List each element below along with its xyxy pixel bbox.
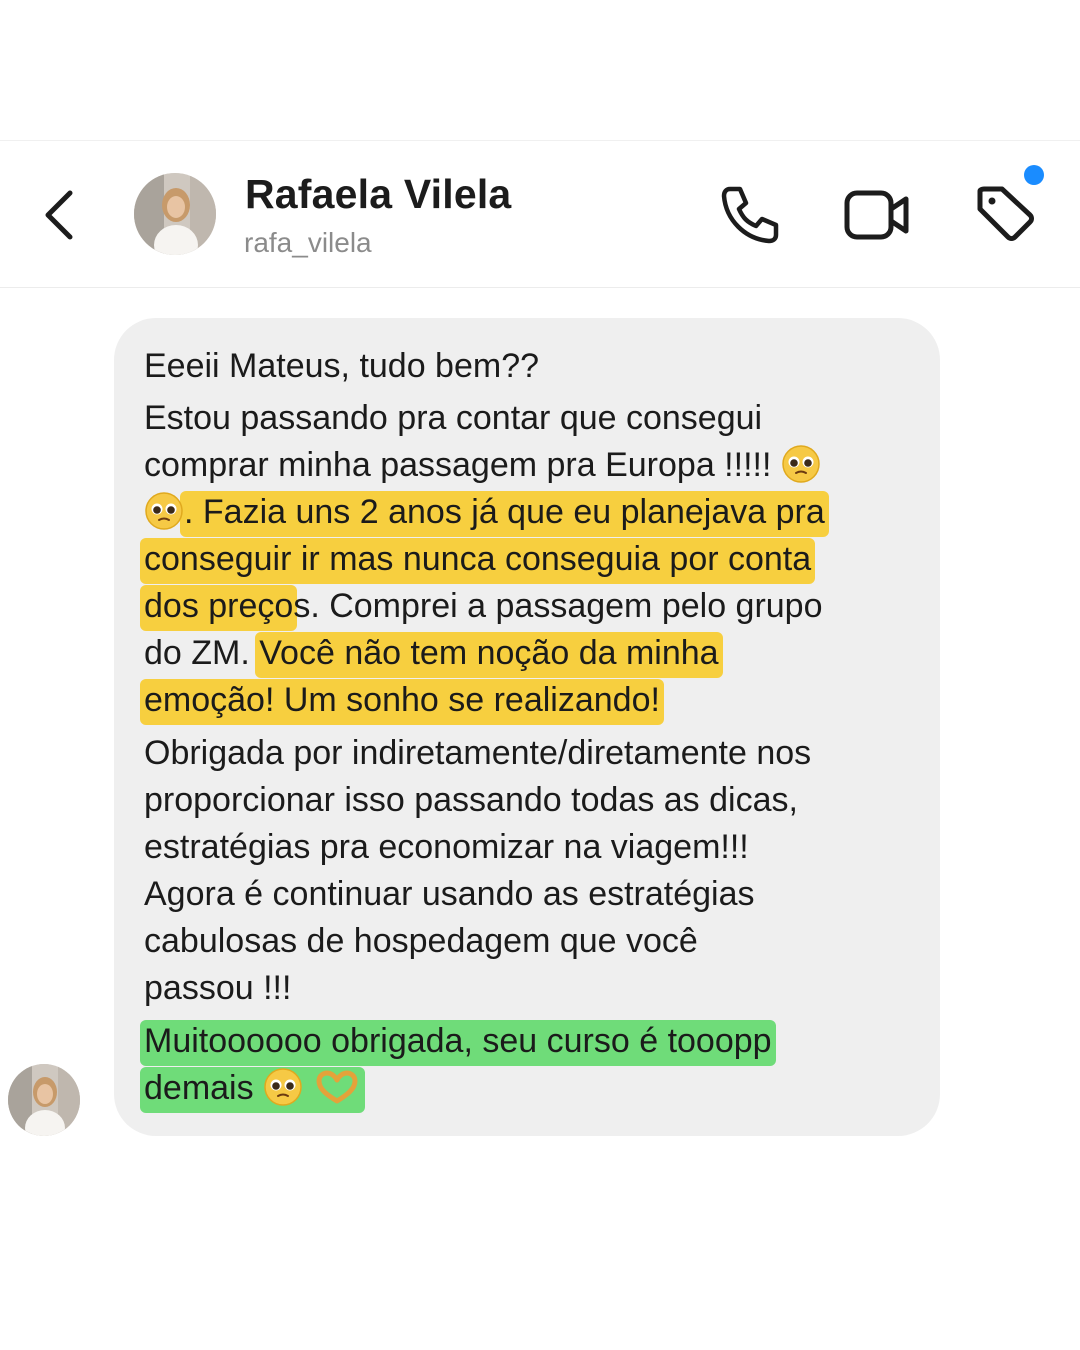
back-button[interactable] <box>36 185 84 245</box>
message-text: comprar minha passagem pra Europa !!!!! <box>144 446 772 484</box>
notification-dot <box>1024 165 1044 185</box>
highlighted-text: demais <box>140 1067 365 1113</box>
message-line: emoção! Um sonho se realizando! <box>140 678 664 725</box>
call-button[interactable] <box>716 181 782 247</box>
message-text: do ZM. <box>144 634 260 672</box>
pleading-face-icon <box>264 1068 302 1106</box>
pleading-face-icon <box>145 492 183 530</box>
heart-hands-icon <box>316 1070 358 1104</box>
highlighted-text: conseguir ir mas nunca conseguia por con… <box>140 538 816 584</box>
tag-icon <box>977 186 1034 241</box>
message-line: Obrigada por indiretamente/diretamente n… <box>144 734 812 772</box>
message-line: . Fazia uns 2 anos já que eu planejava p… <box>144 490 829 537</box>
message-line: proporcionar isso passando todas as dica… <box>144 781 798 819</box>
message-line: demais <box>140 1066 365 1113</box>
message-line: cabulosas de hospedagem que você <box>144 922 698 960</box>
highlighted-text: Você não tem noção da minha <box>255 632 723 678</box>
sender-avatar[interactable] <box>8 1064 80 1136</box>
message-line: Eeeii Mateus, tudo bem?? <box>144 347 540 385</box>
highlighted-text: emoção! Um sonho se realizando! <box>140 679 664 725</box>
highlighted-text: Muitoooooo obrigada, seu curso é tooopp <box>140 1020 776 1066</box>
message-line: estratégias pra economizar na viagem!!! <box>144 828 749 866</box>
message-line: comprar minha passagem pra Europa !!!!! <box>144 443 821 487</box>
video-camera-icon <box>844 190 909 240</box>
message-text: demais <box>144 1069 254 1107</box>
phone-icon <box>721 186 779 244</box>
highlighted-text: . Fazia uns 2 anos já que eu planejava p… <box>180 491 829 537</box>
message-text: s. Comprei a passagem pelo grupo <box>293 587 823 625</box>
message-line: Muitoooooo obrigada, seu curso é tooopp <box>140 1019 776 1066</box>
video-call-button[interactable] <box>842 185 914 245</box>
pleading-face-icon <box>782 445 820 483</box>
contact-handle: rafa_vilela <box>244 227 372 258</box>
message-line: Estou passando pra contar que consegui <box>144 399 763 437</box>
chevron-left-icon <box>45 190 73 240</box>
contact-name[interactable]: Rafaela Vilela <box>245 171 511 218</box>
message-line: dos preços. Comprei a passagem pelo grup… <box>140 584 823 631</box>
highlighted-text: dos preço <box>140 585 298 631</box>
message-bubble[interactable] <box>114 318 940 1136</box>
chat-header: Rafaela Vilela rafa_vilela <box>0 140 1080 288</box>
message-line: conseguir ir mas nunca conseguia por con… <box>140 537 816 584</box>
message-line: passou !!! <box>144 969 292 1007</box>
tag-button[interactable] <box>972 181 1038 247</box>
message-line: Agora é continuar usando as estratégias <box>144 875 755 913</box>
contact-avatar[interactable] <box>134 173 216 255</box>
message-line: do ZM. Você não tem noção da minha <box>144 631 723 678</box>
